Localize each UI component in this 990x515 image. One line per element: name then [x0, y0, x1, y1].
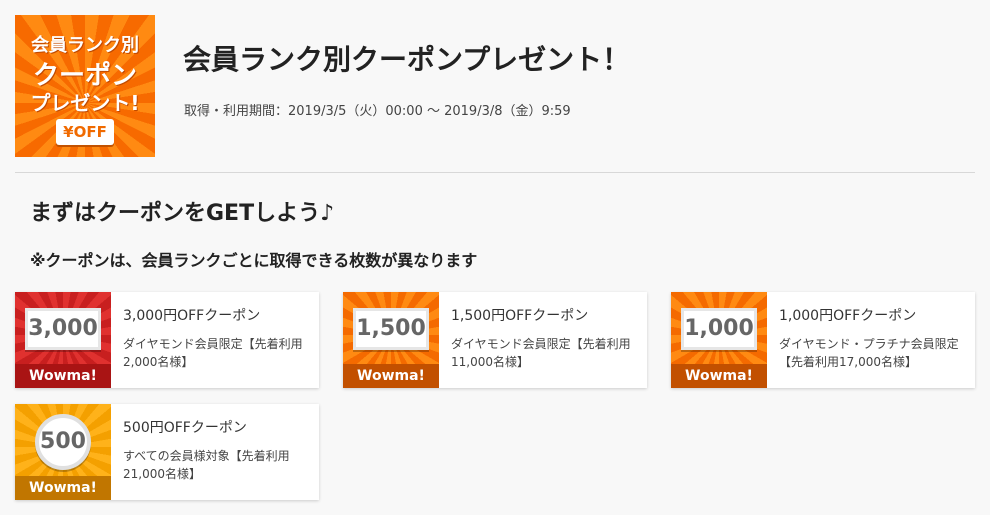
coupon-amount: 1,000 [681, 308, 757, 350]
coupon-image: 1,500 Wowma! [343, 292, 439, 388]
wowma-logo: Wowma! [15, 476, 111, 500]
coupon-amount: 500 [35, 414, 91, 470]
banner-yen-off-badge: ¥OFF [56, 119, 114, 145]
coupon-description: すべての会員様対象【先着利用21,000名様】 [123, 449, 290, 481]
campaign-period: 取得・利用期間：2019/3/5（火）00:00 〜 2019/3/8（金）9:… [184, 104, 571, 119]
coupon-card-500[interactable]: 500 Wowma! 500円OFFクーポン すべての会員様対象【先着利用21,… [15, 404, 319, 500]
coupon-description: ダイヤモンド会員限定【先着利用2,000名様】 [123, 337, 303, 369]
banner-line-3: プレゼント! [30, 91, 140, 115]
banner-line-1: 会員ランク別 [31, 35, 139, 56]
page-title: 会員ランク別クーポンプレゼント！ [183, 43, 631, 76]
coupon-name: 1,000円OFFクーポン [779, 308, 917, 324]
coupon-image: 1,000 Wowma! [671, 292, 767, 388]
coupon-amount: 1,500 [353, 308, 429, 350]
campaign-banner: 会員ランク別 クーポン プレゼント! ¥OFF [15, 15, 155, 157]
wowma-logo: Wowma! [343, 364, 439, 388]
coupon-card-1500[interactable]: 1,500 Wowma! 1,500円OFFクーポン ダイヤモンド会員限定【先着… [343, 292, 647, 388]
coupon-image: 3,000 Wowma! [15, 292, 111, 388]
coupon-name: 3,000円OFFクーポン [123, 308, 261, 324]
section-title: まずはクーポンをGETしよう♪ [30, 201, 335, 226]
wowma-logo: Wowma! [671, 364, 767, 388]
divider [15, 172, 975, 173]
coupon-card-1000[interactable]: 1,000 Wowma! 1,000円OFFクーポン ダイヤモンド・プラチナ会員… [671, 292, 975, 388]
coupon-name: 500円OFFクーポン [123, 420, 247, 436]
coupon-description: ダイヤモンド会員限定【先着利用11,000名様】 [451, 337, 631, 369]
coupon-amount: 3,000 [25, 308, 101, 350]
coupon-image: 500 Wowma! [15, 404, 111, 500]
wowma-logo: Wowma! [15, 364, 111, 388]
coupon-card-3000[interactable]: 3,000 Wowma! 3,000円OFFクーポン ダイヤモンド会員限定【先着… [15, 292, 319, 388]
rank-note: ※クーポンは、会員ランクごとに取得できる枚数が異なります [30, 251, 478, 270]
coupon-description: ダイヤモンド・プラチナ会員限定【先着利用17,000名様】 [779, 337, 959, 369]
coupon-name: 1,500円OFFクーポン [451, 308, 589, 324]
